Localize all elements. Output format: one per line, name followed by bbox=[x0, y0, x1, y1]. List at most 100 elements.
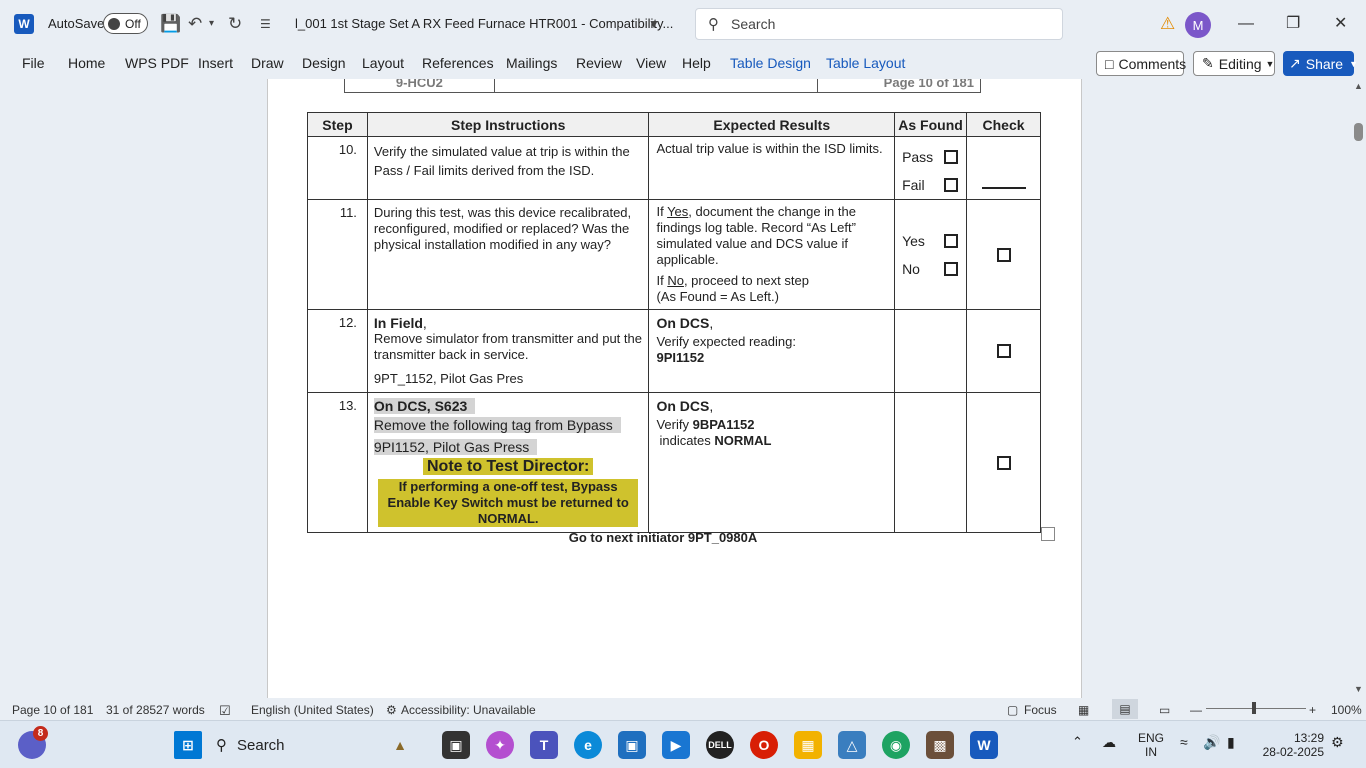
tab-insert[interactable]: Insert bbox=[198, 55, 233, 71]
customize-toolbar-icon[interactable]: ☰ bbox=[260, 12, 271, 36]
no-option[interactable]: No bbox=[895, 255, 966, 283]
volume-icon[interactable]: 🔊 bbox=[1203, 735, 1220, 749]
widget-icon[interactable]: ▲ bbox=[386, 731, 414, 759]
word-taskbar-icon[interactable]: W bbox=[970, 731, 998, 759]
avatar[interactable]: M bbox=[1185, 12, 1211, 38]
focus-button[interactable]: Focus bbox=[1024, 703, 1057, 717]
dell-icon[interactable]: DELL bbox=[706, 731, 734, 759]
expected-result[interactable]: If Yes, document the change in the findi… bbox=[648, 199, 896, 310]
pass-option[interactable]: Pass bbox=[895, 143, 966, 171]
expected-result[interactable]: On DCS, Verify expected reading: 9PI1152 bbox=[648, 309, 896, 393]
save-icon[interactable]: 💾 bbox=[160, 12, 181, 36]
editing-mode-button[interactable]: ✎ Editing ▼ bbox=[1193, 51, 1275, 76]
undo-icon[interactable]: ↶ bbox=[188, 12, 202, 36]
task-view-icon[interactable]: ▣ bbox=[442, 731, 470, 759]
tab-draw[interactable]: Draw bbox=[251, 55, 284, 71]
fail-checkbox[interactable] bbox=[944, 178, 959, 192]
tab-view[interactable]: View bbox=[636, 55, 666, 71]
proofing-icon[interactable]: ☑ bbox=[219, 703, 231, 719]
edge-icon[interactable]: e bbox=[574, 731, 602, 759]
warning-icon[interactable]: ⚠ bbox=[1160, 14, 1175, 34]
check-checkbox[interactable] bbox=[996, 344, 1011, 358]
as-found-cell[interactable] bbox=[894, 392, 968, 533]
chrome-icon[interactable]: ◉ bbox=[882, 731, 910, 759]
page-count[interactable]: Page 10 of 181 bbox=[12, 703, 93, 717]
step-instruction[interactable]: During this test, was this device recali… bbox=[366, 199, 650, 310]
zoom-slider-thumb[interactable] bbox=[1252, 702, 1256, 714]
close-icon[interactable]: ✕ bbox=[1334, 12, 1347, 36]
read-mode-icon[interactable]: ▦ bbox=[1078, 703, 1089, 717]
word-count[interactable]: 31 of 28527 words bbox=[106, 703, 205, 717]
battery-icon[interactable]: ▮ bbox=[1227, 735, 1235, 749]
tab-file[interactable]: File bbox=[22, 55, 45, 71]
step-instruction[interactable]: Verify the simulated value at trip is wi… bbox=[366, 136, 650, 200]
yes-checkbox[interactable] bbox=[944, 233, 959, 248]
tab-mailings[interactable]: Mailings bbox=[506, 55, 557, 71]
tab-design[interactable]: Design bbox=[302, 55, 346, 71]
minimize-icon[interactable]: — bbox=[1238, 12, 1254, 36]
yes-option[interactable]: Yes bbox=[895, 227, 966, 255]
comments-button[interactable]: □ Comments bbox=[1096, 51, 1186, 76]
zoom-slider[interactable] bbox=[1206, 708, 1306, 709]
teams-chat-icon[interactable]: 8 bbox=[18, 726, 48, 759]
input-language[interactable]: ENG IN bbox=[1138, 731, 1164, 759]
copilot-icon[interactable]: ✦ bbox=[486, 731, 514, 759]
zoom-in-icon[interactable]: + bbox=[1309, 703, 1316, 717]
tab-help[interactable]: Help bbox=[682, 55, 711, 71]
taskbar-search[interactable]: ⚲ Search bbox=[216, 729, 285, 761]
autosave-toggle[interactable]: Off bbox=[103, 13, 148, 34]
accessibility-status[interactable]: Accessibility: Unavailable bbox=[401, 703, 536, 717]
check-checkbox[interactable] bbox=[996, 455, 1011, 470]
file-explorer-icon[interactable]: ▦ bbox=[794, 731, 822, 759]
test-steps-table[interactable]: Step Step Instructions Expected Results … bbox=[307, 112, 1041, 533]
vertical-scrollbar[interactable]: ▲ ▼ bbox=[1352, 79, 1366, 698]
step-instruction[interactable]: In Field, Remove simulator from transmit… bbox=[366, 309, 650, 393]
zoom-level[interactable]: 100% bbox=[1331, 703, 1362, 717]
tab-review[interactable]: Review bbox=[576, 55, 622, 71]
check-signature-line[interactable] bbox=[981, 187, 1026, 189]
share-button[interactable]: ↗ Share ▼ bbox=[1283, 51, 1358, 76]
as-found-cell[interactable] bbox=[894, 309, 968, 393]
expected-result[interactable]: On DCS, Verify 9BPA1152 indicates NORMAL bbox=[648, 392, 896, 533]
search-box[interactable]: ⚲ Search bbox=[695, 8, 1063, 40]
tab-home[interactable]: Home bbox=[68, 55, 105, 71]
scroll-up-icon[interactable]: ▲ bbox=[1354, 81, 1363, 91]
tab-layout[interactable]: Layout bbox=[362, 55, 404, 71]
title-chevron-down-icon[interactable]: ▼ bbox=[648, 12, 660, 36]
notification-icon[interactable]: ⚙ bbox=[1331, 735, 1344, 749]
check-checkbox[interactable] bbox=[996, 247, 1011, 262]
fail-option[interactable]: Fail bbox=[895, 171, 966, 199]
tab-table-design[interactable]: Table Design bbox=[730, 55, 811, 71]
redo-icon[interactable]: ↻ bbox=[228, 12, 242, 36]
no-checkbox[interactable] bbox=[944, 261, 959, 276]
web-layout-icon[interactable]: ▭ bbox=[1159, 703, 1170, 717]
scroll-thumb[interactable] bbox=[1354, 123, 1363, 141]
zoom-out-icon[interactable]: — bbox=[1190, 703, 1202, 717]
check-cell[interactable] bbox=[966, 136, 1041, 200]
windows-start-icon[interactable]: ⊞ bbox=[174, 731, 202, 759]
power-automate-icon[interactable]: ▶ bbox=[662, 731, 690, 759]
document-title[interactable]: l_001 1st Stage Set A RX Feed Furnace HT… bbox=[295, 16, 673, 31]
store-icon[interactable]: ▣ bbox=[618, 731, 646, 759]
tray-chevron-icon[interactable]: ⌃ bbox=[1072, 735, 1083, 749]
clock[interactable]: 13:29 28-02-2025 bbox=[1258, 731, 1324, 759]
app-icon[interactable]: ▩ bbox=[926, 731, 954, 759]
pass-checkbox[interactable] bbox=[944, 150, 959, 164]
expected-result[interactable]: Actual trip value is within the ISD limi… bbox=[648, 136, 896, 200]
maximize-icon[interactable]: ❐ bbox=[1286, 12, 1300, 36]
teams-icon[interactable]: T bbox=[530, 731, 558, 759]
opera-icon[interactable]: O bbox=[750, 731, 778, 759]
step-instruction[interactable]: On DCS, S623 Remove the following tag fr… bbox=[366, 392, 650, 533]
table-resize-handle[interactable] bbox=[1041, 527, 1055, 541]
network-status-icon[interactable]: ☁ bbox=[1102, 735, 1116, 749]
tab-wps-pdf[interactable]: WPS PDF bbox=[125, 55, 189, 71]
undo-dropdown-icon[interactable]: ▾ bbox=[209, 12, 214, 36]
print-layout-icon[interactable]: ▤ bbox=[1112, 699, 1138, 719]
language-status[interactable]: English (United States) bbox=[251, 703, 374, 717]
scroll-down-icon[interactable]: ▼ bbox=[1354, 684, 1363, 694]
photos-icon[interactable]: △ bbox=[838, 731, 866, 759]
wifi-icon[interactable]: ≈ bbox=[1180, 735, 1188, 749]
tab-table-layout[interactable]: Table Layout bbox=[826, 55, 905, 71]
tab-references[interactable]: References bbox=[422, 55, 494, 71]
document-page[interactable]: 9-HCU2 Page 10 of 181 Step Step Instruct… bbox=[267, 79, 1082, 698]
